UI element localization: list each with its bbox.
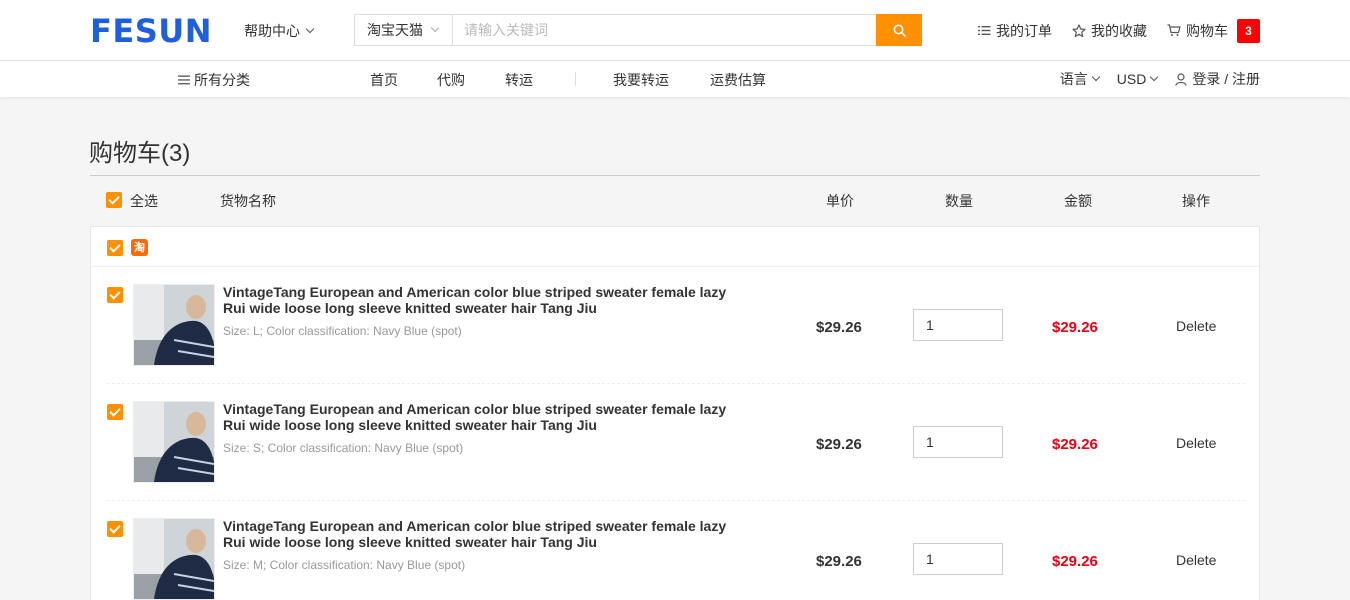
- delete-button[interactable]: Delete: [1176, 318, 1216, 334]
- product-title[interactable]: VintageTang European and American color …: [223, 284, 743, 316]
- cart-item: VintageTang European and American color …: [107, 501, 1245, 600]
- chevron-down-icon: [1150, 72, 1159, 82]
- unit-price: $29.26: [816, 553, 862, 570]
- menu-icon: [178, 75, 190, 85]
- chevron-down-icon: [1091, 72, 1101, 82]
- item-amount: $29.26: [1052, 553, 1098, 570]
- nav-right-controls: 语言 USD 登录 / 注册: [1060, 61, 1260, 97]
- select-all-label[interactable]: 全选: [130, 191, 158, 211]
- nav-bar: 所有分类 首页 代购 转运 我要转运 运费估算 语言 USD 登录 / 注册: [0, 61, 1350, 97]
- user-icon: [1175, 72, 1188, 86]
- delete-button[interactable]: Delete: [1176, 552, 1216, 568]
- item-select-checkbox[interactable]: [107, 287, 123, 303]
- product-spec: Size: M; Color classification: Navy Blue…: [223, 558, 466, 572]
- delete-button[interactable]: Delete: [1176, 435, 1216, 451]
- cart-count-badge: 3: [1237, 18, 1260, 43]
- select-all-checkbox[interactable]: [106, 192, 122, 208]
- nav-item-home[interactable]: 首页: [370, 70, 398, 90]
- cart-link[interactable]: 购物车 3: [1167, 18, 1260, 43]
- nav-item-forwarding[interactable]: 转运: [505, 70, 533, 90]
- currency-label: USD: [1116, 71, 1147, 87]
- help-center-label: 帮助中心: [244, 23, 300, 39]
- search-input[interactable]: [453, 15, 921, 45]
- unit-price: $29.26: [816, 436, 862, 453]
- star-icon: [1072, 23, 1086, 37]
- item-amount: $29.26: [1052, 319, 1098, 336]
- chevron-down-icon: [305, 24, 315, 34]
- nav-item-shipping-estimate[interactable]: 运费估算: [710, 70, 766, 90]
- my-orders-label: 我的订单: [996, 22, 1052, 39]
- cart-items-panel: 淘 VintageTang European and American colo…: [90, 226, 1260, 600]
- cart-item: VintageTang European and American color …: [107, 384, 1245, 501]
- top-header: FESUN 帮助中心 淘宝天猫 我的订单: [0, 0, 1350, 61]
- login-register-label: 登录 / 注册: [1192, 71, 1260, 87]
- list-icon: [978, 26, 991, 35]
- quantity-input[interactable]: [913, 309, 1003, 341]
- product-spec: Size: S; Color classification: Navy Blue…: [223, 441, 464, 455]
- search-icon: [893, 24, 906, 37]
- chevron-down-icon: [430, 23, 440, 33]
- item-select-checkbox[interactable]: [107, 521, 123, 537]
- column-header-amount: 金额: [1064, 193, 1092, 209]
- page-title: 购物车(3): [89, 140, 191, 167]
- nav-divider: [575, 72, 576, 86]
- search-platform-select[interactable]: 淘宝天猫: [355, 15, 453, 45]
- login-register-link[interactable]: 登录 / 注册: [1175, 69, 1260, 89]
- language-select[interactable]: 语言: [1059, 69, 1101, 89]
- product-thumbnail[interactable]: [133, 284, 215, 366]
- search-button[interactable]: [876, 14, 922, 46]
- search-platform-label: 淘宝天猫: [367, 22, 423, 38]
- item-select-checkbox[interactable]: [107, 404, 123, 420]
- my-favorites-label: 我的收藏: [1091, 22, 1147, 39]
- column-header-action: 操作: [1182, 193, 1210, 209]
- my-orders-link[interactable]: 我的订单: [978, 21, 1052, 41]
- item-amount: $29.26: [1052, 436, 1098, 453]
- product-thumbnail[interactable]: [133, 401, 215, 483]
- language-label: 语言: [1059, 71, 1088, 87]
- shop-select-checkbox[interactable]: [107, 240, 123, 256]
- taobao-icon: 淘: [131, 239, 148, 256]
- all-categories-menu[interactable]: 所有分类: [178, 70, 250, 90]
- cart-item: VintageTang European and American color …: [107, 267, 1245, 384]
- cart-table-header: 全选 货物名称 单价 数量 金额 操作: [90, 176, 1260, 226]
- column-header-unit-price: 单价: [826, 193, 854, 209]
- product-thumbnail[interactable]: [133, 518, 215, 600]
- help-center-menu[interactable]: 帮助中心: [244, 21, 315, 41]
- site-logo[interactable]: FESUN: [90, 12, 212, 50]
- column-header-name: 货物名称: [220, 193, 276, 209]
- product-title[interactable]: VintageTang European and American color …: [223, 518, 743, 550]
- currency-select[interactable]: USD: [1116, 71, 1159, 87]
- product-title[interactable]: VintageTang European and American color …: [223, 401, 743, 433]
- cart-label: 购物车: [1186, 22, 1228, 39]
- product-spec: Size: L; Color classification: Navy Blue…: [223, 324, 462, 338]
- my-favorites-link[interactable]: 我的收藏: [1072, 21, 1147, 41]
- header-links: 我的订单 我的收藏 购物车 3: [958, 0, 1260, 61]
- unit-price: $29.26: [816, 319, 862, 336]
- quantity-input[interactable]: [913, 426, 1003, 458]
- quantity-input[interactable]: [913, 543, 1003, 575]
- nav-item-request-forwarding[interactable]: 我要转运: [613, 70, 669, 90]
- column-header-quantity: 数量: [945, 193, 973, 209]
- all-categories-label: 所有分类: [194, 72, 250, 88]
- nav-item-purchase-agent[interactable]: 代购: [437, 70, 465, 90]
- shop-group-header: 淘: [91, 227, 1259, 267]
- search-bar: 淘宝天猫: [354, 14, 922, 46]
- cart-icon: [1167, 24, 1181, 36]
